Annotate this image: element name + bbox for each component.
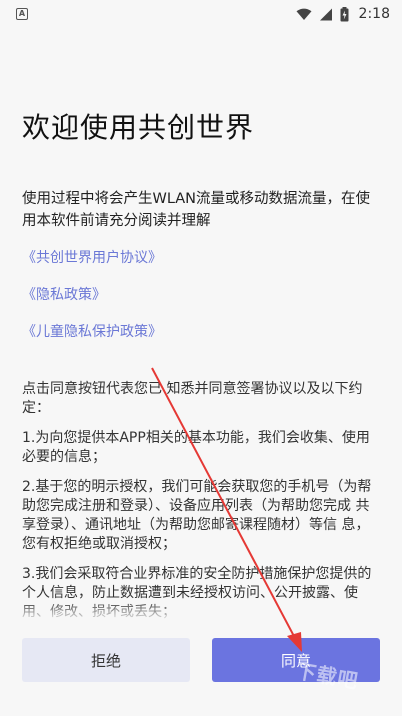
notification-icon: A bbox=[16, 8, 28, 20]
page-title: 欢迎使用共创世界 bbox=[22, 111, 255, 144]
battery-icon bbox=[340, 6, 349, 21]
child-privacy-policy-link[interactable]: 《儿童隐私保护政策》 bbox=[22, 322, 162, 359]
status-icons: 2:18 bbox=[296, 6, 390, 22]
status-time: 2:18 bbox=[358, 6, 390, 22]
user-agreement-link[interactable]: 《共创世界用户协议》 bbox=[22, 248, 162, 285]
agreement-paragraph: 点击同意按钮代表您已 知悉并同意签署协议以及以下约定： bbox=[22, 381, 363, 416]
agreement-links: 《共创世界用户协议》 《隐私政策》 《儿童隐私保护政策》 bbox=[22, 248, 162, 359]
intro-text: 使用过程中将会产生WLAN流量或移动数据流量，在使用本软件前请充分阅读并理解 bbox=[22, 191, 371, 229]
agreement-content[interactable]: 点击同意按钮代表您已 知悉并同意签署协议以及以下约定： 1.为向您提供本APP相… bbox=[22, 380, 380, 620]
agreement-paragraph: 1.为向您提供本APP相关的基本功能，我们会收集、使用 必要的信息； bbox=[22, 430, 370, 465]
status-bar: A 2:18 bbox=[0, 0, 402, 28]
reject-button[interactable]: 拒绝 bbox=[22, 638, 190, 682]
signal-icon bbox=[319, 8, 332, 20]
agreement-paragraph: 2.基于您的明示授权，我们可能会获取您的手机号（为帮 助您完成注册和登录）、设备… bbox=[22, 479, 372, 552]
content-fade bbox=[0, 600, 402, 622]
wifi-icon bbox=[296, 8, 312, 20]
privacy-policy-link[interactable]: 《隐私政策》 bbox=[22, 285, 162, 322]
